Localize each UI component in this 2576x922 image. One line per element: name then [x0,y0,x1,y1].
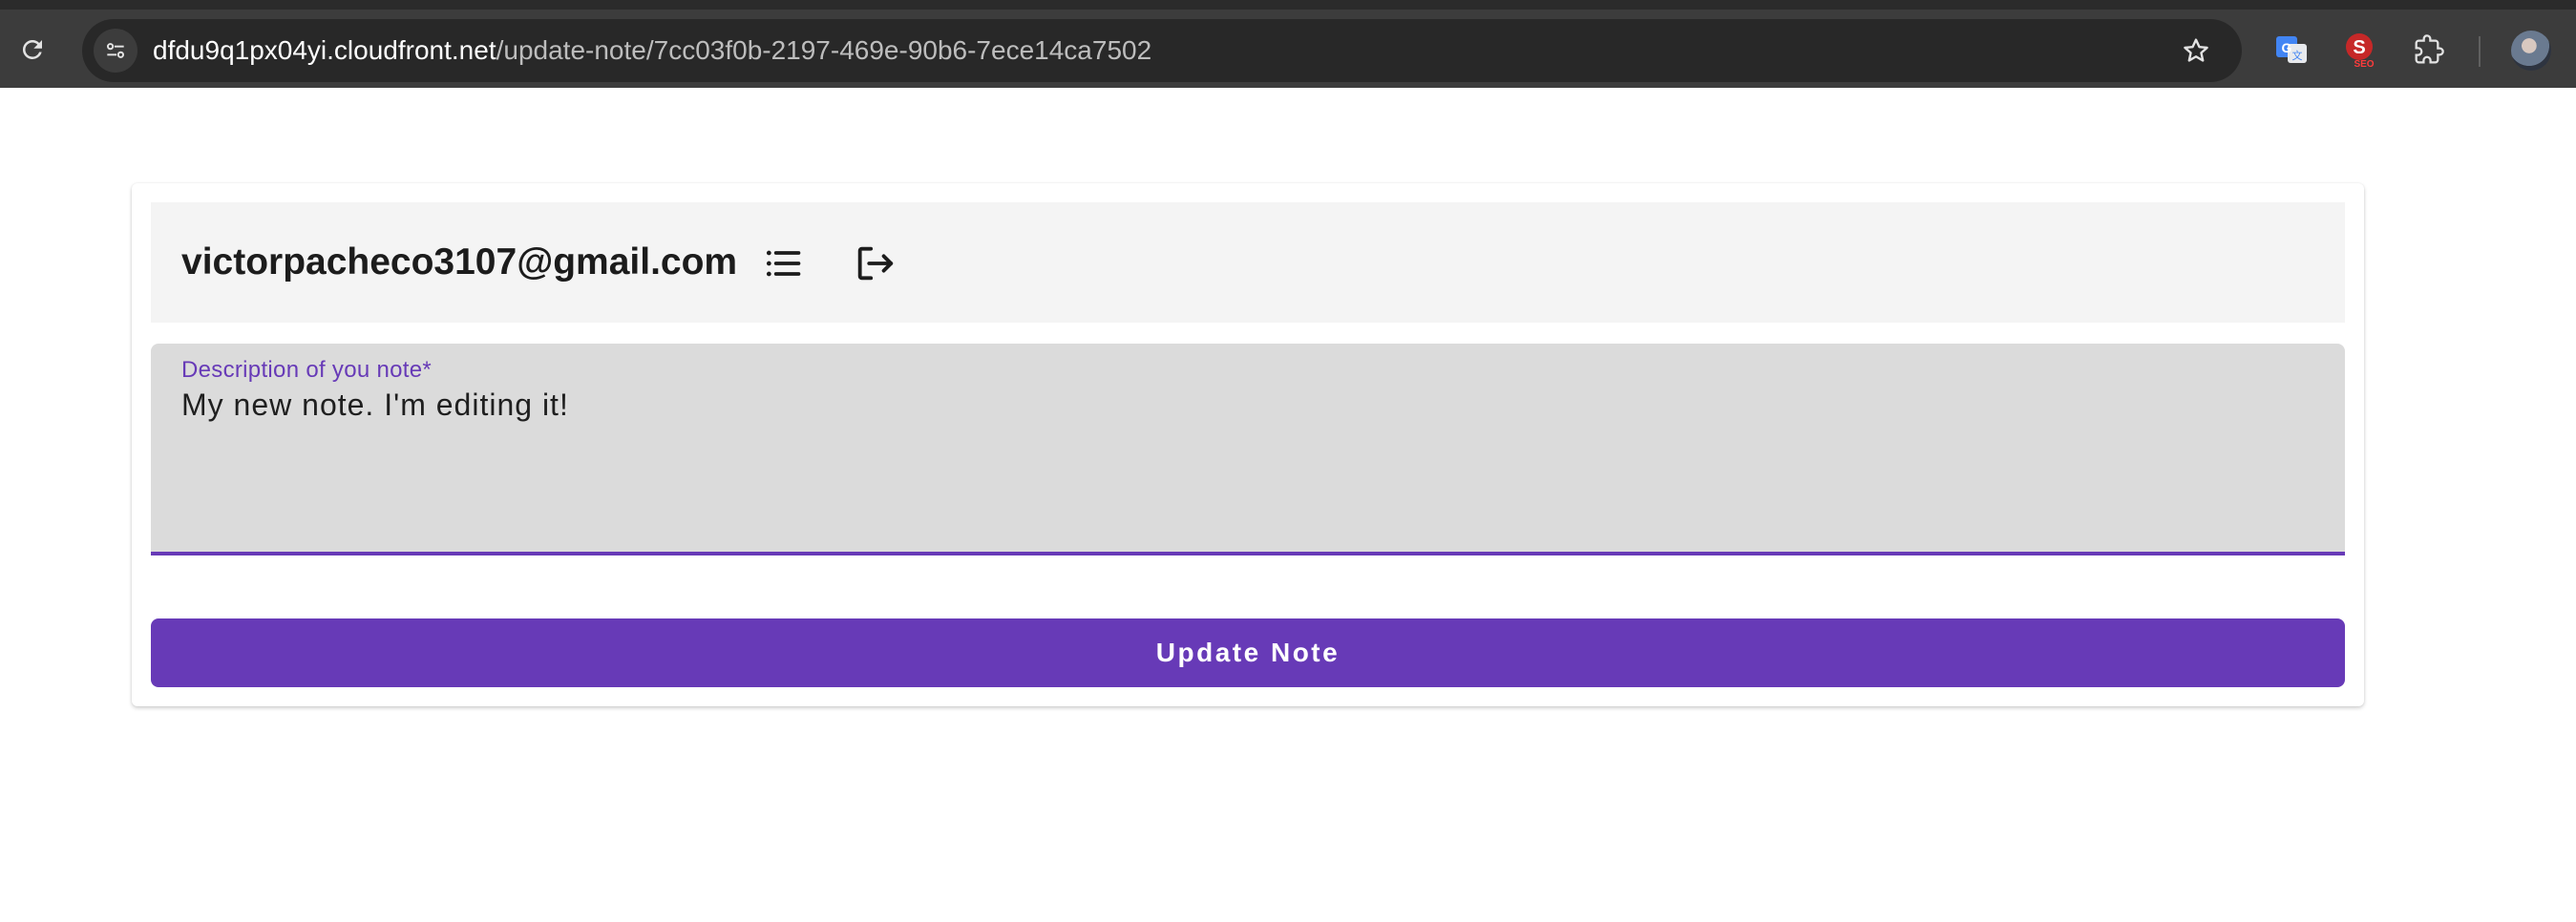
logout-icon[interactable] [850,239,899,288]
description-input[interactable]: My new note. I'm editing it! [181,386,2311,538]
address-bar[interactable]: dfdu9q1px04yi.cloudfront.net/update-note… [82,19,2242,82]
url-host: dfdu9q1px04yi.cloudfront.net [153,35,496,65]
google-translate-icon[interactable]: G 文 [2274,32,2309,67]
site-info-icon[interactable] [94,29,137,73]
browser-toolbar: dfdu9q1px04yi.cloudfront.net/update-note… [0,0,2576,88]
svg-text:文: 文 [2292,49,2303,62]
url-text[interactable]: dfdu9q1px04yi.cloudfront.net/update-note… [153,19,1151,82]
url-path: /update-note/7cc03f0b-2197-469e-90b6-7ec… [496,35,1152,65]
reload-icon[interactable] [13,31,52,69]
note-card: victorpacheco3107@gmail.com Description … [132,183,2364,706]
bookmark-star-icon[interactable] [2177,31,2215,70]
toolbar-divider [2479,36,2481,67]
svg-text:G: G [2282,40,2292,55]
user-email: victorpacheco3107@gmail.com [181,241,738,283]
seo-extension-icon[interactable]: S SEO [2341,31,2379,70]
seo-badge: SEO [2354,59,2374,69]
description-label: Description of you note* [181,357,433,383]
description-field: Description of you note* My new note. I'… [151,344,2345,555]
update-note-button[interactable]: Update Note [151,618,2345,687]
extensions-puzzle-icon[interactable] [2410,31,2448,69]
profile-avatar[interactable] [2511,31,2551,71]
list-icon[interactable] [758,239,808,288]
card-header: victorpacheco3107@gmail.com [151,202,2345,323]
svg-text:S: S [2353,37,2365,58]
